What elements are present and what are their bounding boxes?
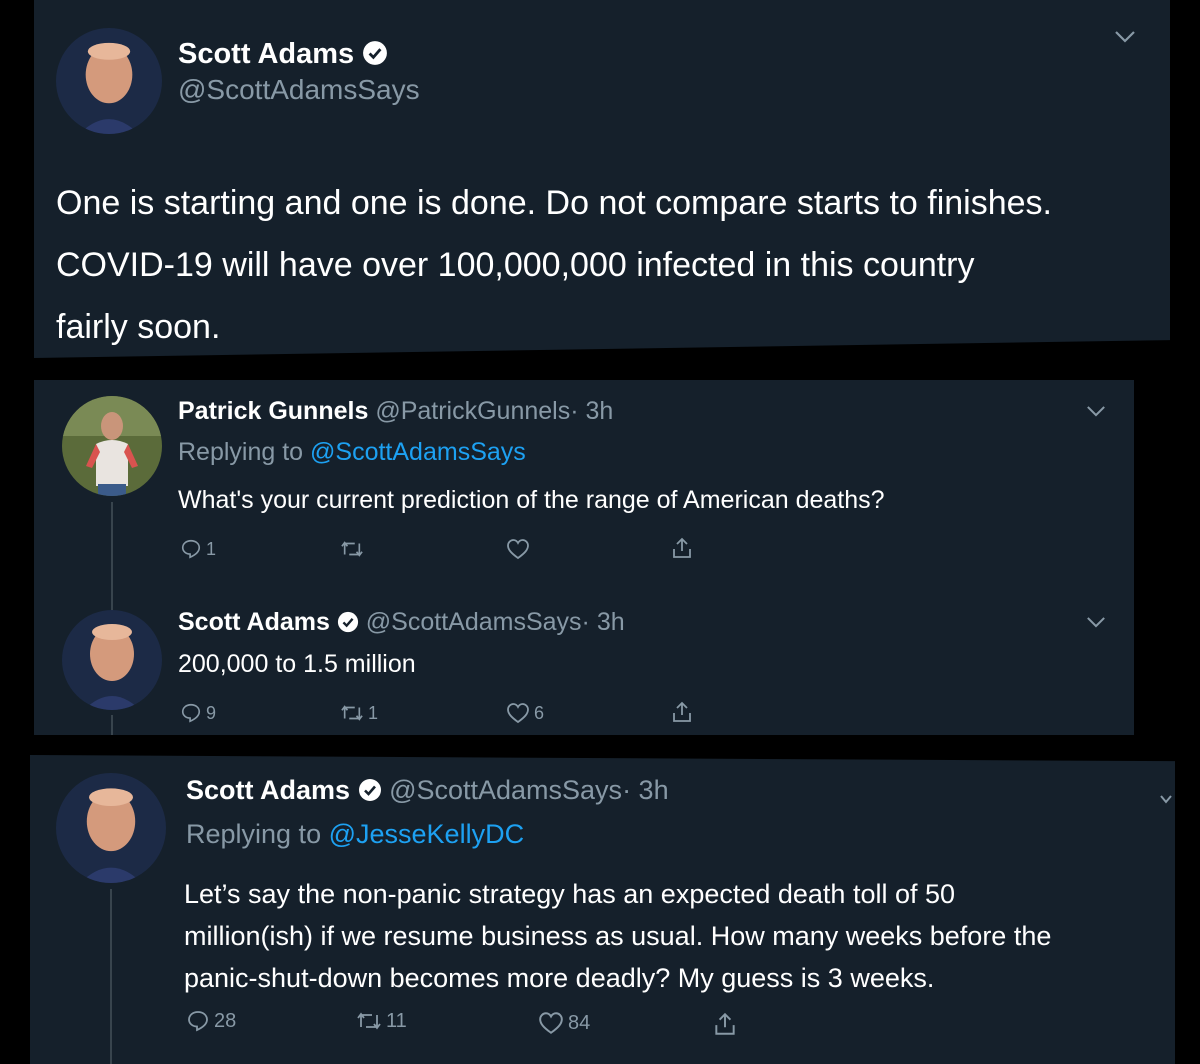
like-count: 6: [534, 702, 545, 723]
like-icon: [539, 1012, 563, 1034]
reply-text-line: Let’s say the non-panic strategy has an …: [184, 879, 956, 909]
replying-to: Replying to @ScottAdamsSays: [178, 438, 526, 467]
author-handle[interactable]: @ScottAdamsSays: [389, 775, 622, 805]
replying-to: Replying to @JesseKellyDC: [186, 819, 524, 850]
tweet-text: One is starting and one is done. Do not …: [56, 172, 1052, 358]
chevron-down-icon[interactable]: [1160, 795, 1172, 805]
author-name[interactable]: Scott Adams: [186, 775, 350, 805]
reply-button[interactable]: 9: [180, 702, 216, 724]
reply-header: Scott Adams @ScottAdamsSays· 3h: [178, 608, 625, 637]
reply-header: Patrick Gunnels @PatrickGunnels· 3h: [178, 397, 613, 426]
reply-thread-card: Patrick Gunnels @PatrickGunnels· 3h Repl…: [34, 380, 1134, 735]
reply-count: 28: [214, 1009, 237, 1032]
reply-text: What's your current prediction of the ra…: [178, 486, 885, 514]
reply-icon: [181, 539, 201, 559]
timestamp[interactable]: · 3h: [622, 775, 669, 805]
tweet-text-line: fairly soon.: [56, 308, 221, 346]
like-icon: [507, 539, 529, 560]
mention-link[interactable]: @ScottAdamsSays: [310, 438, 526, 466]
thread-line: [111, 715, 113, 735]
verified-badge-icon: [363, 41, 388, 65]
reply-button[interactable]: 1: [180, 538, 216, 560]
retweet-icon: [341, 541, 363, 557]
avatar[interactable]: [62, 396, 162, 496]
reply-text: 200,000 to 1.5 million: [178, 650, 416, 678]
verified-badge-icon: [358, 779, 381, 801]
chevron-down-icon[interactable]: [1086, 405, 1106, 418]
reply-count: 1: [206, 538, 217, 559]
replying-to-prefix: Replying to: [186, 819, 322, 849]
retweet-icon: [357, 1012, 381, 1030]
like-count: 84: [568, 1011, 591, 1034]
reply-button[interactable]: 28: [186, 1009, 236, 1033]
reply-text-line: panic-shut-down becomes more deadly? My …: [184, 963, 935, 993]
author-handle[interactable]: @ScottAdamsSays: [366, 608, 582, 636]
reply-text-line: million(ish) if we resume business as us…: [184, 921, 1052, 951]
reply-header: Scott Adams @ScottAdamsSays· 3h: [186, 775, 669, 806]
author-handle[interactable]: @ScottAdamsSays: [178, 74, 420, 106]
tweet-text-line: COVID-19 will have over 100,000,000 infe…: [56, 246, 975, 284]
tweet-text-line: One is starting and one is done. Do not …: [56, 184, 1052, 222]
avatar[interactable]: [56, 28, 162, 134]
reply-count: 9: [206, 702, 217, 723]
verified-badge-icon: [337, 611, 358, 633]
avatar[interactable]: [56, 773, 166, 883]
replying-to-prefix: Replying to: [178, 438, 304, 466]
share-icon[interactable]: [670, 536, 694, 560]
retweet-button[interactable]: 11: [356, 1009, 407, 1033]
retweet-count: 11: [386, 1009, 407, 1032]
reply-card: Scott Adams @ScottAdamsSays· 3h Replying…: [30, 755, 1175, 1064]
like-button[interactable]: 6: [506, 702, 544, 724]
author-name-text: Scott Adams: [178, 38, 355, 70]
share-icon[interactable]: [670, 700, 694, 724]
thread-line: [111, 502, 113, 615]
reply-icon: [181, 703, 201, 723]
retweet-button[interactable]: [340, 538, 368, 560]
retweet-count: 1: [368, 702, 379, 723]
like-icon: [507, 703, 529, 724]
author-name[interactable]: Scott Adams: [178, 38, 388, 71]
chevron-down-icon[interactable]: [1086, 616, 1106, 629]
like-button[interactable]: 84: [538, 1011, 590, 1035]
main-tweet-card: Scott Adams @ScottAdamsSays One is start…: [34, 0, 1170, 358]
author-name[interactable]: Patrick Gunnels: [178, 397, 368, 425]
author-handle[interactable]: @PatrickGunnels: [375, 397, 570, 425]
thread-line: [110, 889, 112, 1064]
avatar[interactable]: [62, 610, 162, 710]
timestamp[interactable]: · 3h: [582, 608, 625, 636]
chevron-down-icon[interactable]: [1114, 30, 1136, 44]
mention-link[interactable]: @JesseKellyDC: [329, 819, 524, 849]
retweet-icon: [341, 705, 363, 721]
reply-icon: [188, 1011, 208, 1032]
reply-text: Let’s say the non-panic strategy has an …: [184, 873, 1051, 999]
retweet-button[interactable]: 1: [340, 702, 378, 724]
like-button[interactable]: [506, 538, 534, 560]
share-icon[interactable]: [712, 1011, 738, 1037]
author-name[interactable]: Scott Adams: [178, 608, 330, 636]
timestamp[interactable]: · 3h: [570, 397, 613, 425]
